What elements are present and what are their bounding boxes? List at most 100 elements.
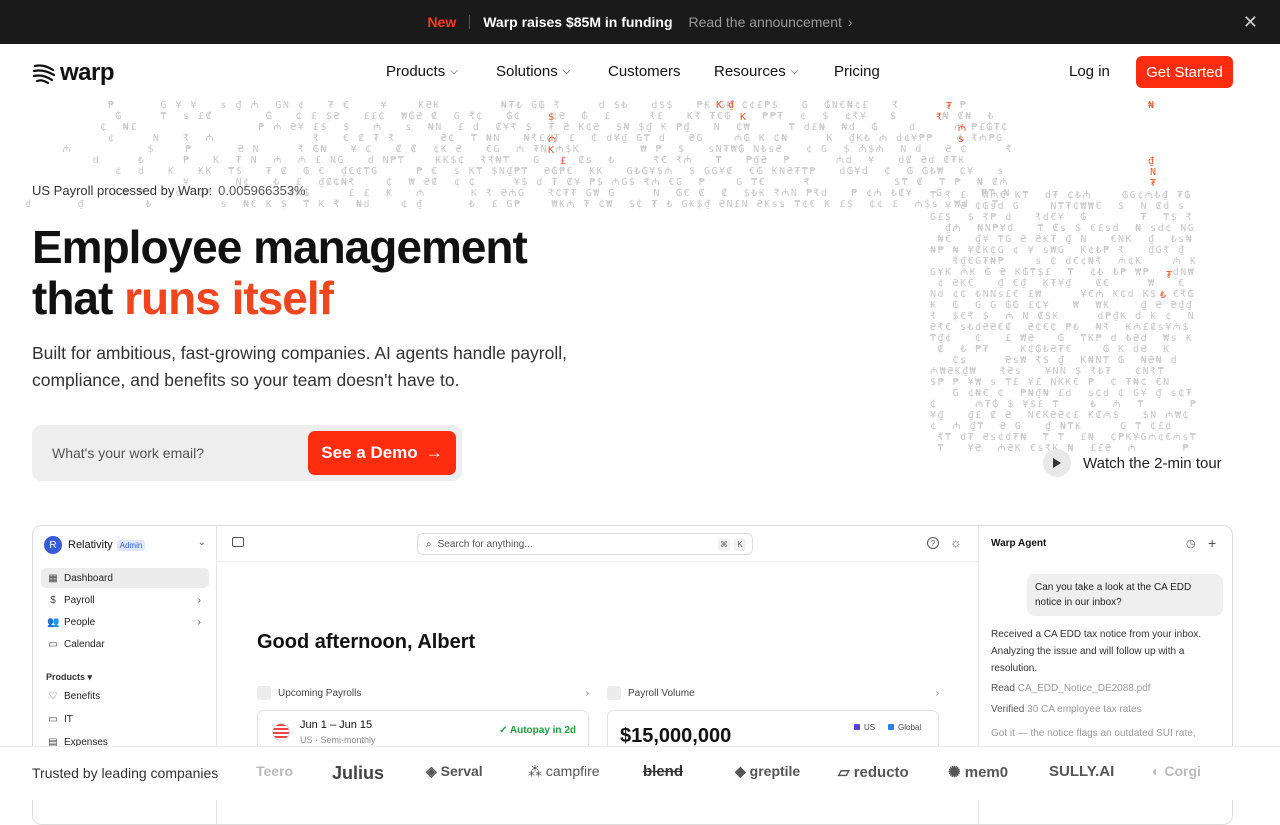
hero-title: Employee management that runs itself [32, 221, 528, 324]
reducto-icon: ▱ [838, 764, 854, 781]
glyph-row: ₡ ₺ ₱₮ K₵₲₺₴₮€ ₲ K d₴ K [930, 344, 1194, 355]
glyph-row: ₫₼ ₦N₱¥d ₸ ₡s $ €£sd ₦ sd¢ NG [930, 223, 1196, 234]
announcement-link[interactable]: Read the announcement [689, 14, 842, 30]
glyph-row: ₼₩₴₭₫₩ ₹₴s ¥NN $ ₹₺₮ ₵N₹₸ [930, 366, 1196, 377]
dollar-icon: $ [50, 594, 56, 606]
payroll-meta: US · Semi-monthly [300, 735, 376, 745]
logo-wordmark: warp [60, 59, 115, 86]
chevron-right-icon: › [197, 616, 201, 628]
glyph-row: ¥₫ ₫£ ₡ ₴ N€K₴₴¢£ ₭₡₼$ $N ₼₩₵ [930, 410, 1198, 421]
glyph-row: ₸₫¢ ₵ £ ₩₴ ₲ ₸K₱ d ₺₴d ₩s ₭ [930, 333, 1194, 344]
glyph-highlight: ₫ [1148, 156, 1156, 167]
logo-greptile: ◆ greptile [735, 763, 801, 779]
sidebar-item-it[interactable]: ▭ IT [41, 709, 209, 729]
glyph-row: G ¢₦€ ₵ ₱₦₫₦ £d s₵d ₵ G¥ ₫ s₵₮ [930, 388, 1194, 399]
logo-julius: Julius [332, 763, 385, 783]
warp-logo-icon [32, 64, 56, 85]
nav-solutions[interactable]: Solutions ⌵ [496, 63, 608, 80]
sidebar-item-dashboard[interactable]: ▦ Dashboard [41, 568, 209, 588]
nav-customers[interactable]: Customers [608, 63, 714, 80]
calendar-icon: ▭ [48, 638, 58, 650]
glyph-highlight: K [716, 100, 724, 111]
logo-serval: ◈ Serval [426, 763, 483, 779]
nav-products[interactable]: Products ⌵ [386, 63, 496, 80]
glyph-highlight: £ [560, 156, 568, 167]
legend-global: Global [888, 723, 921, 732]
chevron-down-icon: ⌵ [790, 66, 799, 77]
glyph-highlight: s [958, 134, 966, 145]
agent-followup: Got it — the notice flags an outdated SU… [991, 728, 1196, 739]
warp-logo[interactable]: warp [32, 59, 115, 87]
glyph-highlight: ₼ [548, 134, 558, 145]
nav-resources[interactable]: Resources ⌵ [714, 63, 834, 80]
logo-sully: SULLY.AI [1049, 763, 1115, 780]
glyph-highlight: N [1150, 167, 1158, 178]
get-started-button[interactable]: Get Started [1136, 56, 1233, 88]
chevron-right-icon: › [197, 594, 201, 606]
glyph-highlight: K [548, 145, 556, 156]
payroll-volume-amount: $15,000,000 [620, 725, 732, 747]
hero-subtitle: Built for ambitious, fast-growing compan… [32, 343, 568, 390]
people-icon: 👥 [47, 616, 60, 628]
agent-reply: Received a CA EDD tax notice from your i… [991, 629, 1202, 674]
glyph-row: ¢ N ₹ ₼ ₹ € ₡ ₮ ₹ ₴₵ ₸ ₦N ₦₹£¢₮ £ ₵ d¥₫ … [10, 133, 1012, 144]
help-icon[interactable]: ? [927, 537, 939, 549]
glyph-row: ₼ $ ₱ ₴ N ₹ ₲₦ ¥ ₵ ₡ ₡ ¢₭ ₴ €G ₼ ₮N ₼$K … [10, 144, 1014, 155]
search-icon: ⌕ [426, 538, 432, 550]
sidebar-item-benefits[interactable]: ♡ Benefits [41, 686, 209, 706]
sidebar-item-payroll[interactable]: $ Payroll › [41, 590, 209, 610]
plus-icon[interactable]: + [1208, 535, 1216, 551]
nav-pricing[interactable]: Pricing [834, 63, 880, 80]
logo-teero: Teero [256, 763, 294, 779]
glyph-highlight: ₺ [1160, 290, 1168, 301]
sidebar-section-products[interactable]: Products ▾ [46, 672, 92, 683]
autopay-status: ✓ Autopay in 2d [499, 725, 576, 736]
corgi-icon: ◐ [1152, 763, 1165, 779]
chevron-down-icon: ⌵ [450, 66, 458, 77]
email-input[interactable] [32, 425, 302, 481]
main-menu: Products ⌵ Solutions ⌵ Customers Resources… [386, 63, 880, 80]
arrow-right-icon: → [425, 443, 443, 462]
campfire-icon: ⁂ [528, 763, 546, 779]
glyph-highlight: ₼ [958, 123, 968, 134]
laptop-icon: ▭ [48, 713, 58, 725]
avatar: R [44, 536, 62, 554]
glyph-row: ₵ ₦£ ₱ ₼ ₴¥ £$ $ ₼ s ₦N £ d ₡¥₹ $ ₮ ₴ K₵… [10, 122, 1009, 133]
logo-corgi: ◐ Corgi [1152, 763, 1201, 779]
glyph-row: $₱ ₱ ¥₩ s ₸£ ¥£ NK₭€ ₱ ₵ ₮₦₵ €N [930, 377, 1194, 388]
glyph-row: ₦€ ₫¥ ₸G ₴ ₴₭₮ ₫ N €NK ₫ ₺s₦ [930, 234, 1194, 245]
glyph-row: ¢ ₼ ₫₸ ₴ G ₫ ₦₸₭ G ₸ ₵£d [930, 421, 1196, 432]
see-demo-button[interactable]: See a Demo → [308, 431, 456, 475]
app-topbar: ⌕ Search for anything... ⌘ K ? ☼ [217, 526, 978, 562]
sidebar-toggle-icon[interactable] [232, 537, 244, 547]
search-input[interactable]: ⌕ Search for anything... ⌘ K [417, 533, 753, 555]
sidebar-item-people[interactable]: 👥 People › [41, 612, 209, 632]
glyph-row: ₵ ₼₮₲ $ ¥$£ ₸ ₺ ₼ ₸ ₱ [930, 399, 1198, 410]
announcement-banner: New Warp raises $85M in funding Read the… [0, 0, 1280, 44]
banner-divider [469, 15, 471, 29]
payroll-stat: US Payroll processed by Warp: 0.005966353… [32, 183, 306, 198]
agent-read-action: Read CA_EDD_Notice_DE2088.pdf [991, 683, 1151, 694]
glyph-row: ₴₹€ s₺d₴₴€₡ ₴₵€₵ ₱₺ ₦₹ ₭₼£₡s¥₼$ [930, 322, 1198, 333]
login-link[interactable]: Log in [1069, 63, 1110, 80]
history-icon[interactable]: ◷ [1186, 537, 1196, 550]
glyph-highlight: K [740, 112, 748, 123]
chevron-down-icon: ⌵ [562, 66, 571, 77]
glyph-row: ¥ ₴ ₵₲sd G N₸₮₵₩₩€ $ N ₡d s [930, 201, 1194, 212]
glyph-row: G£$ $ ₹₱ d ₹d€¥ ₲ ₮ ₸$ ₹ [930, 212, 1194, 223]
glyph-row: ₹ $€₹ $ ₼ N ₡$₭ d₱₫K d ₭ ¢ N [930, 311, 1196, 322]
glyph-row: ₱ G ¥ ¥ s ₫ ₼ GN ¢ ₮ € ¥ ₭₴₭ ₦₮₺ G₲ ₹ d … [10, 100, 1005, 111]
glyph-highlight: ₦ [1148, 100, 1156, 111]
glyph-highlight: ₮ [1166, 270, 1174, 281]
chevron-right-icon: › [935, 687, 939, 699]
chart-icon [607, 686, 621, 700]
glyph-row: Nd ¢₵ ₺NNs£€ £₩ ¥€₼ ₭₵d K$ €₹₲ [930, 289, 1196, 300]
chevron-right-icon: › [847, 14, 853, 30]
close-icon[interactable]: ✕ [1243, 13, 1258, 31]
glyph-row: ₦₱ ₦ ¥₡K₵G ¢ ¥ s₩G K¢₺₱ ₹ ₫G₹ ₫ [930, 245, 1194, 256]
sun-icon[interactable]: ☼ [950, 535, 962, 550]
workspace-switcher[interactable]: R Relativity Admin ⌄ [44, 535, 206, 555]
watch-tour-button[interactable]: Watch the 2-min tour [1043, 449, 1222, 477]
top-nav: warp Products ⌵ Solutions ⌵ Customers Reso… [0, 44, 1280, 100]
sidebar-item-calendar[interactable]: ▭ Calendar [41, 634, 209, 654]
